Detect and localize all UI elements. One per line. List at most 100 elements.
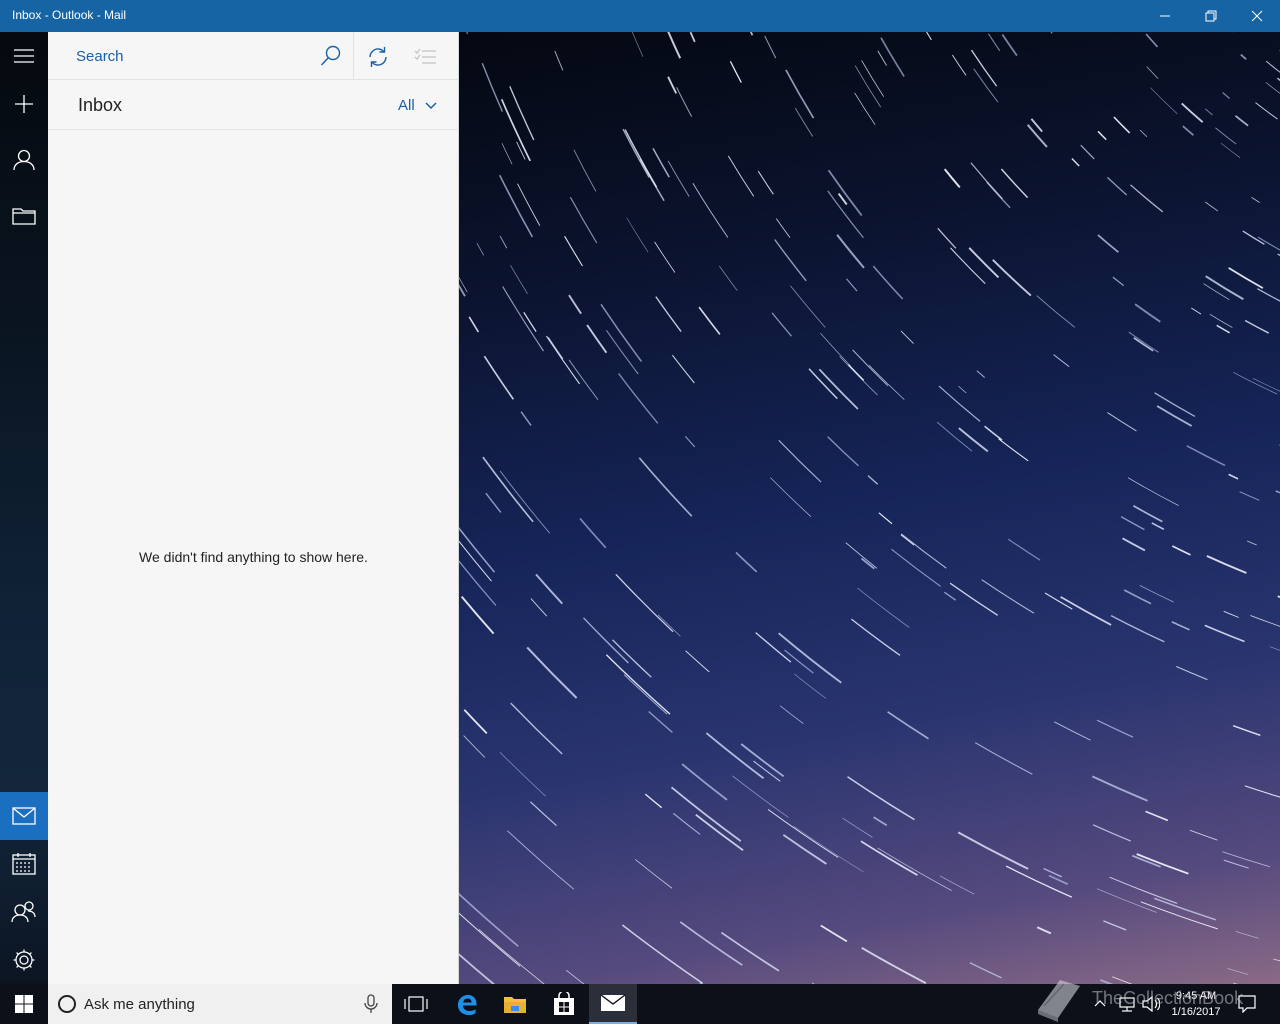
calendar-button[interactable] xyxy=(0,840,48,888)
star-trail xyxy=(937,227,957,249)
folders-button[interactable] xyxy=(0,192,48,240)
hamburger-menu-button[interactable] xyxy=(0,32,48,80)
divider xyxy=(353,32,354,80)
star-trail xyxy=(987,33,1001,52)
star-trail xyxy=(1222,92,1230,99)
star-trail xyxy=(1132,505,1163,523)
star-trail xyxy=(784,649,814,674)
star-trail xyxy=(872,265,904,300)
star-trail xyxy=(501,143,513,165)
cortana-icon xyxy=(58,995,76,1013)
star-trail xyxy=(520,411,532,426)
selection-mode-icon[interactable] xyxy=(414,45,438,69)
minimize-button[interactable] xyxy=(1142,0,1188,32)
star-trail xyxy=(749,32,754,36)
star-trail xyxy=(1123,589,1152,605)
show-hidden-icons-icon[interactable] xyxy=(1094,998,1106,1010)
star-trail xyxy=(729,61,742,83)
accounts-button[interactable] xyxy=(0,136,48,184)
file-explorer-button[interactable] xyxy=(491,984,539,1024)
volume-icon[interactable] xyxy=(1142,995,1161,1015)
people-button[interactable] xyxy=(0,888,48,936)
star-trail xyxy=(498,174,534,238)
star-trail xyxy=(860,557,875,570)
star-trail xyxy=(676,87,693,117)
star-trail xyxy=(790,285,826,328)
mail-button[interactable] xyxy=(0,792,48,840)
clock[interactable]: 9:45 AM 1/16/2017 xyxy=(1164,988,1228,1020)
filter-label: All xyxy=(398,97,415,114)
star-trail xyxy=(718,265,738,291)
star-trail xyxy=(735,551,758,573)
star-trail xyxy=(1204,624,1245,643)
star-trail xyxy=(605,654,671,715)
action-center-icon[interactable] xyxy=(1238,995,1256,1016)
star-trail xyxy=(986,181,1011,209)
star-trail xyxy=(1106,176,1128,196)
navigation-rail xyxy=(0,32,48,984)
cortana-search-box[interactable]: Ask me anything xyxy=(48,984,392,1024)
star-trail xyxy=(880,37,905,77)
sync-icon[interactable] xyxy=(366,45,390,69)
star-trail xyxy=(689,32,696,43)
star-trail xyxy=(1233,371,1278,395)
star-trail xyxy=(623,674,668,715)
hamburger-menu-icon xyxy=(14,49,34,63)
search-input[interactable]: Search xyxy=(48,32,353,80)
star-trail xyxy=(692,182,729,238)
star-trail xyxy=(1186,445,1226,467)
mail-app-button[interactable] xyxy=(589,984,637,1024)
settings-button[interactable] xyxy=(0,936,48,984)
star-trail xyxy=(618,372,659,424)
star-trail xyxy=(1228,267,1264,289)
star-trail xyxy=(1036,295,1076,328)
star-trail xyxy=(720,931,780,972)
star-trail xyxy=(727,155,755,197)
start-button[interactable] xyxy=(0,984,48,1024)
mail-app-icon xyxy=(600,994,626,1011)
star-trail xyxy=(1120,515,1145,531)
star-trail xyxy=(554,50,564,71)
task-view-button[interactable] xyxy=(392,984,440,1024)
star-trail xyxy=(867,475,879,485)
star-trail xyxy=(774,239,807,282)
star-trail xyxy=(1145,810,1169,822)
star-trail xyxy=(655,296,682,333)
edge-icon xyxy=(458,995,477,1015)
star-trail xyxy=(852,349,889,387)
star-trail xyxy=(1097,234,1119,253)
store-button[interactable] xyxy=(540,984,588,1024)
task-view-icon xyxy=(404,996,428,1012)
star-trail xyxy=(958,385,967,394)
star-trail xyxy=(1191,307,1202,315)
search-icon[interactable] xyxy=(320,45,342,72)
filter-dropdown[interactable]: All xyxy=(398,97,437,114)
restore-button[interactable] xyxy=(1188,0,1234,32)
edge-button[interactable] xyxy=(443,984,491,1024)
star-trail xyxy=(1139,585,1174,603)
star-trail xyxy=(1239,491,1260,501)
star-trail xyxy=(685,650,710,673)
star-trail xyxy=(951,54,967,76)
star-trail xyxy=(767,809,839,858)
network-icon[interactable] xyxy=(1118,996,1136,1015)
message-list-pane: Search Inbox All We didn't find anything… xyxy=(48,32,459,984)
star-trail xyxy=(1240,53,1247,60)
star-trail xyxy=(483,355,515,400)
star-trail xyxy=(984,425,1003,441)
star-trail xyxy=(459,953,495,984)
star-trail xyxy=(925,32,932,41)
star-trail xyxy=(1275,490,1280,494)
folder-title: Inbox xyxy=(78,95,123,115)
new-mail-button[interactable] xyxy=(0,80,48,128)
star-trail xyxy=(695,814,744,851)
star-trail xyxy=(1171,621,1190,631)
star-trail xyxy=(648,711,673,733)
star-trail xyxy=(1215,127,1237,145)
search-row: Search xyxy=(48,32,459,80)
star-trail xyxy=(459,540,492,582)
microphone-icon[interactable] xyxy=(364,994,378,1019)
star-trail xyxy=(482,456,534,523)
close-button[interactable] xyxy=(1234,0,1280,32)
star-trail xyxy=(1140,901,1218,930)
